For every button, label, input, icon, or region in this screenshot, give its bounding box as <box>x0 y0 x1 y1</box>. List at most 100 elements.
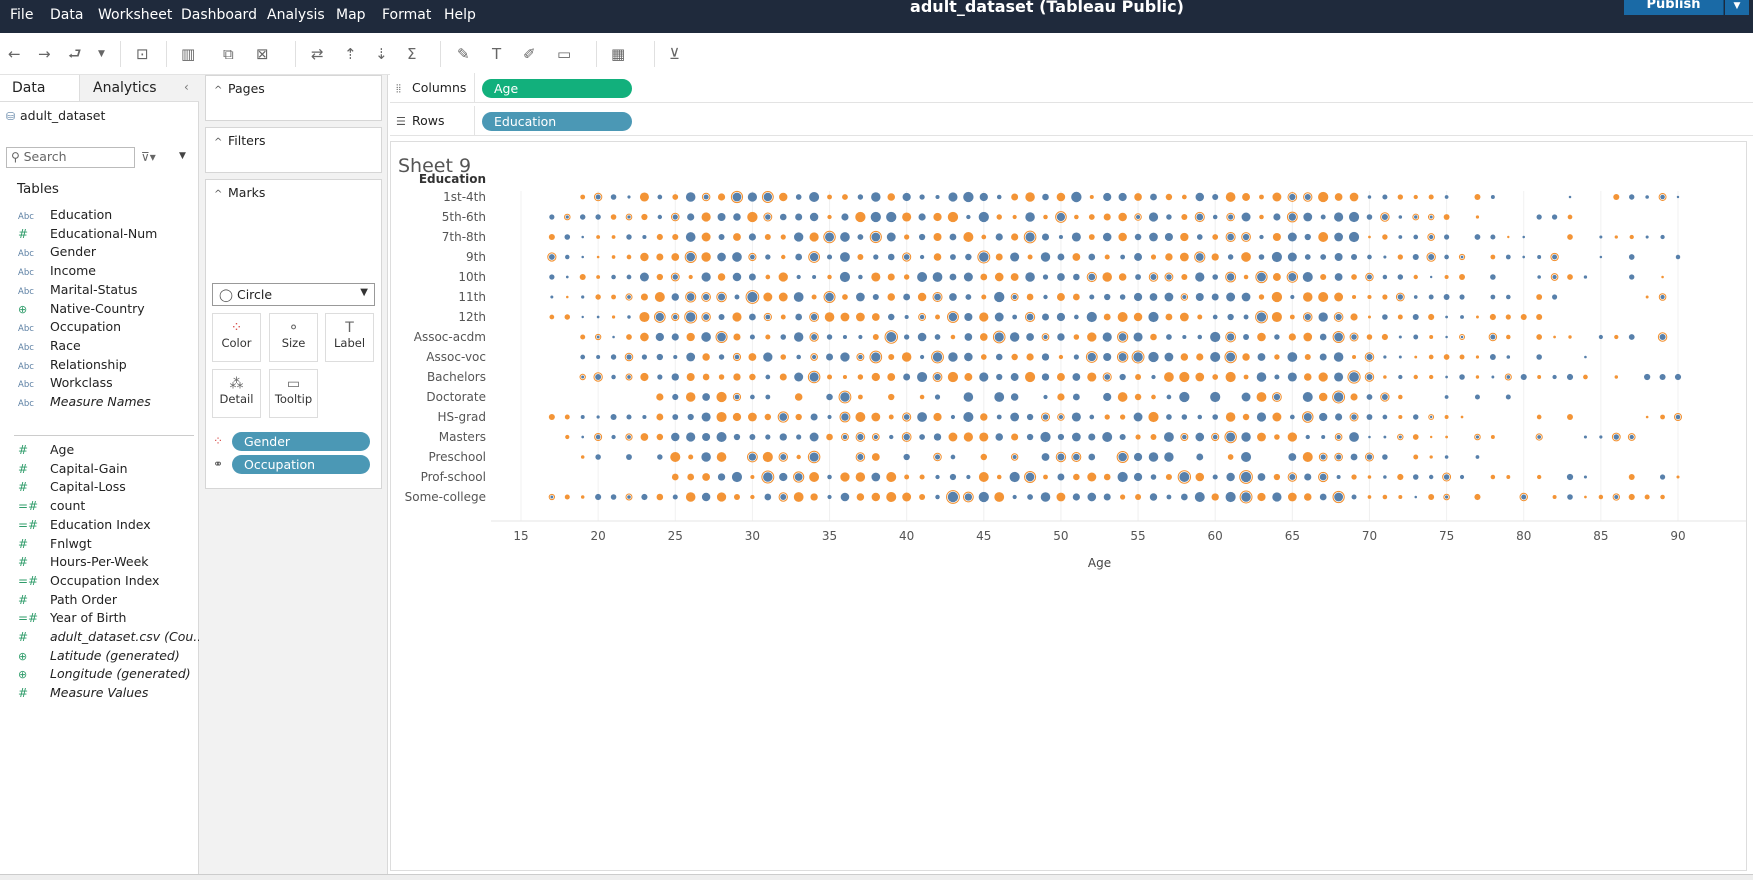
pane-menu-icon[interactable]: ▼ <box>179 151 186 161</box>
mark-male <box>1042 313 1049 321</box>
shape-encoding-icon: ⚭ <box>213 457 224 471</box>
mark-male <box>919 194 925 200</box>
mark-female <box>778 292 788 302</box>
label-button[interactable]: T Label <box>325 313 374 362</box>
field-adult-dataset-csv-cou[interactable]: # adult_dataset.csv (Cou... <box>18 629 205 647</box>
field-gender[interactable]: Abc Gender <box>18 244 96 262</box>
field-label: Income <box>50 263 96 279</box>
worksheet-view[interactable]: Sheet 9 Education 1st-4th 5th-6th 7th-8th 9t… <box>390 141 1747 871</box>
field-income[interactable]: Abc Income <box>18 263 96 281</box>
duplicate-sheet-icon[interactable]: ⧉ <box>223 44 234 64</box>
detail-button[interactable]: ⁂ Detail <box>212 369 261 418</box>
field-path-order[interactable]: # Path Order <box>18 592 117 610</box>
field-capital-gain[interactable]: # Capital-Gain <box>18 461 128 479</box>
columns-shelf[interactable]: ⦙⦙ Columns Age <box>390 73 1753 103</box>
sort-descending-icon[interactable]: ⇣ <box>375 44 388 64</box>
menu-map[interactable]: Map <box>336 7 366 23</box>
mark-female <box>781 254 786 260</box>
mark-type-dropdown[interactable]: ◯ Circle ▼ <box>212 283 375 306</box>
show-me-icon[interactable]: ▦ <box>611 44 625 64</box>
field-fnlwgt[interactable]: # Fnlwgt <box>18 536 92 554</box>
mark-male <box>1212 274 1219 280</box>
sort-ascending-icon[interactable]: ⇡ <box>344 44 357 64</box>
field-relationship[interactable]: Abc Relationship <box>18 357 127 375</box>
totals-icon[interactable]: Σ <box>407 44 416 64</box>
education-pill[interactable]: Education <box>482 112 632 131</box>
chevron-up-icon[interactable]: ^ <box>214 137 228 148</box>
labels-icon[interactable]: T <box>492 44 501 64</box>
tooltip-button[interactable]: ▭ Tooltip <box>269 369 318 418</box>
mark-female <box>871 272 881 282</box>
field-occupation[interactable]: Abc Occupation <box>18 319 121 337</box>
replay-dropdown-icon[interactable]: ▼ <box>98 44 105 64</box>
mark-female <box>935 314 940 320</box>
color-button[interactable]: ⁘ Color <box>212 313 261 362</box>
menu-file[interactable]: File <box>10 7 33 23</box>
field-count[interactable]: =# count <box>18 498 85 516</box>
search-input[interactable]: ⚲ Search <box>6 147 135 168</box>
age-pill[interactable]: Age <box>482 79 632 98</box>
undo-icon[interactable]: ← <box>8 44 21 64</box>
field-capital-loss[interactable]: # Capital-Loss <box>18 479 126 497</box>
field-measure-names[interactable]: Abc Measure Names <box>18 394 151 412</box>
field-marital-status[interactable]: Abc Marital-Status <box>18 282 137 300</box>
mark-male <box>1118 452 1127 462</box>
menu-format[interactable]: Format <box>382 7 431 23</box>
mark-male <box>1164 232 1173 242</box>
field-native-country[interactable]: ⊕ Native-Country <box>18 301 145 319</box>
rows-shelf[interactable]: ☰ Rows Education <box>390 106 1753 136</box>
menu-worksheet[interactable]: Worksheet <box>98 7 172 23</box>
publish-button[interactable]: Publish <box>1624 0 1724 15</box>
mark-female <box>871 492 881 502</box>
mark-male <box>1041 233 1050 241</box>
publish-dropdown-icon[interactable]: ▼ <box>1725 0 1749 15</box>
menu-dashboard[interactable]: Dashboard <box>181 7 257 23</box>
mark-female <box>811 294 817 300</box>
field-longitude-generated[interactable]: ⊕ Longitude (generated) <box>18 666 191 684</box>
redo-icon[interactable]: → <box>38 44 51 64</box>
field-label: adult_dataset.csv (Cou... <box>50 629 206 644</box>
new-worksheet-icon[interactable]: ▥ <box>181 44 195 64</box>
menu-data[interactable]: Data <box>50 7 83 23</box>
field-education-index[interactable]: =# Education Index <box>18 517 151 535</box>
clear-sheet-icon[interactable]: ⊠ <box>256 44 269 64</box>
fit-icon[interactable]: ▭ <box>557 44 571 64</box>
menu-help[interactable]: Help <box>444 7 476 23</box>
highlight-icon[interactable]: ✎ <box>457 44 470 64</box>
mark-male <box>794 372 804 382</box>
mark-female <box>1645 415 1649 419</box>
mark-female <box>656 433 664 441</box>
swap-rows-columns-icon[interactable]: ⇄ <box>311 44 324 64</box>
gender-pill[interactable]: Gender <box>232 432 370 451</box>
collapse-pane-icon[interactable]: ‹ <box>184 80 189 94</box>
field-hours-per-week[interactable]: # Hours-Per-Week <box>18 554 149 572</box>
field-education[interactable]: Abc Education <box>18 207 112 225</box>
field-year-of-birth[interactable]: =# Year of Birth <box>18 610 126 628</box>
chevron-up-icon[interactable]: ^ <box>214 85 228 96</box>
chevron-up-icon[interactable]: ^ <box>214 189 228 200</box>
presentation-icon[interactable]: ⊻ <box>669 44 680 64</box>
new-datasource-icon[interactable]: ⊡ <box>136 44 149 64</box>
tab-analytics[interactable]: Analytics <box>79 75 199 101</box>
datasource[interactable]: ⛁ adult_dataset <box>6 108 105 123</box>
mark-female <box>610 214 617 220</box>
size-button[interactable]: ⚬ Size <box>269 313 318 362</box>
field-measure-values[interactable]: # Measure Values <box>18 685 148 703</box>
mark-male <box>1445 495 1449 499</box>
format-workbook-icon[interactable]: ✐ <box>523 44 536 64</box>
field-age[interactable]: # Age <box>18 442 74 460</box>
tab-data[interactable]: Data <box>0 75 79 101</box>
mark-female <box>1088 214 1095 220</box>
mark-female <box>1320 273 1327 281</box>
field-workclass[interactable]: Abc Workclass <box>18 375 113 393</box>
field-occupation-index[interactable]: =# Occupation Index <box>18 573 159 591</box>
field-educational-num[interactable]: # Educational-Num <box>18 226 157 244</box>
mark-male <box>765 314 771 320</box>
replay-icon[interactable]: ⮐ <box>68 44 82 64</box>
filter-fields-icon[interactable]: ⊽▾ <box>141 150 156 164</box>
occupation-pill[interactable]: Occupation <box>232 455 370 474</box>
mark-male <box>1025 472 1035 482</box>
menu-analysis[interactable]: Analysis <box>267 7 325 23</box>
field-latitude-generated[interactable]: ⊕ Latitude (generated) <box>18 648 180 666</box>
field-race[interactable]: Abc Race <box>18 338 81 356</box>
